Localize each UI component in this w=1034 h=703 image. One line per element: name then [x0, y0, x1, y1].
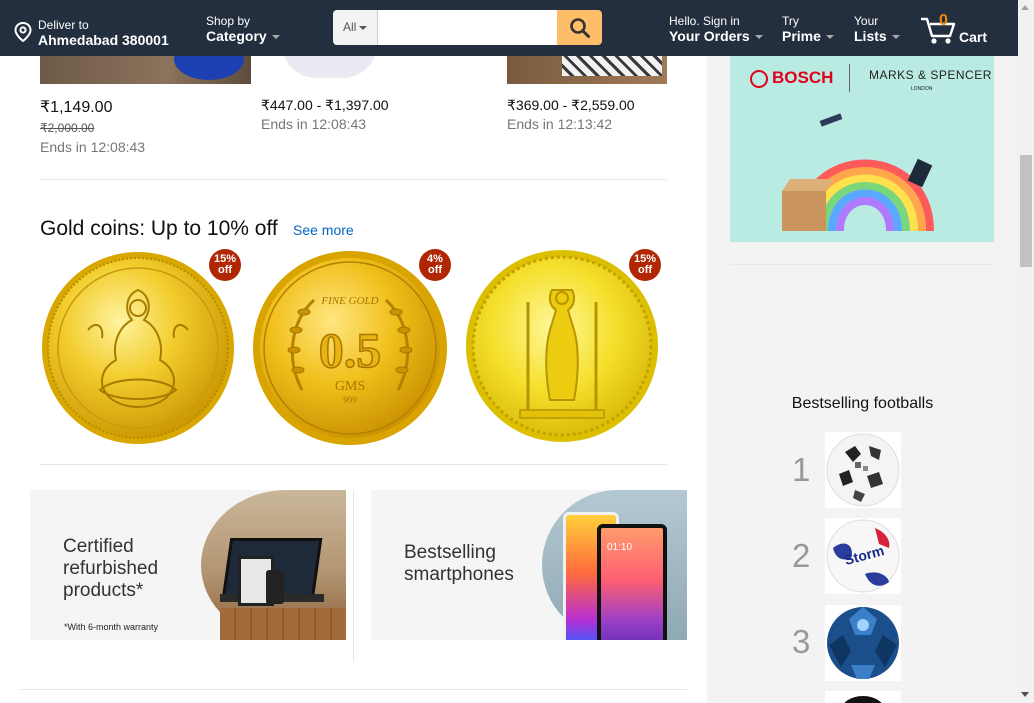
search-button[interactable] — [557, 10, 602, 45]
deal-image-3[interactable] — [507, 56, 667, 84]
promo-title-line: smartphones — [404, 564, 514, 585]
your-label: Your — [854, 14, 879, 28]
promo-divider — [353, 490, 354, 662]
shop-by-label: Shop by — [206, 14, 251, 28]
coin-fine-gold-text: FINE GOLD — [320, 295, 378, 307]
your-lists-menu[interactable]: Your Lists — [854, 14, 900, 44]
search-icon — [569, 17, 590, 38]
phone-clock-text: 01:10 — [607, 542, 633, 553]
coin-unit-text: GMS — [335, 379, 365, 394]
sign-in-greeting: Hello. Sign in — [669, 14, 740, 28]
deal-price: ₹1,149.00 — [40, 99, 113, 116]
promo-title-line: Certified — [63, 536, 134, 557]
deal-old-price: ₹2,000.00 — [40, 121, 95, 135]
search-category-value: All — [343, 20, 357, 34]
location-pin-icon — [14, 22, 32, 42]
bosch-logo-icon — [750, 70, 768, 88]
scroll-up-arrow-icon[interactable] — [1021, 5, 1029, 10]
gold-coin-lakshmi[interactable]: 15% off — [40, 249, 241, 446]
gold-coin-half-gram[interactable]: FINE GOLD 0.5 GMS 999 4% off — [252, 249, 451, 446]
rainbow-arch-image — [782, 113, 934, 232]
try-label: Try — [782, 14, 799, 28]
cart-label: Cart — [959, 29, 988, 45]
football-next-partial[interactable] — [825, 691, 901, 703]
gold-coin-deity[interactable]: 15% off — [464, 249, 661, 446]
product-bag-shape — [174, 56, 244, 80]
rank-number: 3 — [792, 623, 811, 660]
scrollbar-thumb[interactable] — [1020, 155, 1032, 267]
football-manchester-city[interactable] — [825, 605, 901, 681]
discount-badge: 15% off — [629, 249, 661, 281]
discount-off-label: off — [217, 264, 233, 276]
deal-price: ₹447.00 - ₹1,397.00 — [261, 97, 389, 113]
try-prime-menu[interactable]: Try Prime — [782, 14, 834, 44]
promo-certified-refurbished[interactable]: Certified refurbished products* *With 6-… — [30, 490, 346, 640]
deal-image-2[interactable] — [270, 56, 390, 84]
coin-value-text: 0.5 — [319, 322, 382, 378]
promo-title: Bestselling smartphones — [404, 542, 514, 586]
shop-by-category-menu[interactable]: Shop by Category — [206, 14, 280, 44]
search-bar: All — [333, 10, 602, 45]
cart-count: 0 — [939, 12, 948, 29]
discount-badge: 4% off — [419, 249, 451, 281]
promo-title: Certified refurbished products* — [63, 536, 158, 602]
section-divider — [20, 689, 687, 690]
your-orders-label: Your Orders — [669, 28, 750, 44]
chevron-down-icon — [359, 25, 368, 30]
deal-timer: Ends in 12:08:43 — [40, 139, 146, 155]
chevron-down-icon — [754, 35, 763, 40]
coin-half-gram-image: FINE GOLD 0.5 GMS 999 — [253, 251, 447, 445]
chevron-down-icon — [825, 35, 834, 40]
promo-title-line: Bestselling — [404, 542, 496, 563]
deliver-to-label: Deliver to — [38, 18, 89, 32]
coin-purity-text: 999 — [343, 395, 357, 405]
deliver-to-location[interactable]: Deliver to Ahmedabad 380001 — [38, 18, 169, 48]
phone-shape — [266, 570, 284, 604]
ad-brand-subtitle: LONDON — [911, 86, 933, 92]
account-orders-menu[interactable]: Hello. Sign in Your Orders — [669, 14, 763, 44]
product-pattern-shape — [562, 56, 662, 76]
bestselling-footballs-title: Bestselling footballs — [791, 395, 934, 412]
see-more-link[interactable]: See more — [293, 222, 354, 238]
coin-lakshmi-image — [42, 252, 234, 444]
section-divider — [40, 179, 667, 180]
coin-deity-image — [466, 250, 658, 442]
lists-label: Lists — [854, 28, 887, 44]
ad-brand-marks-spencer: MARKS & SPENCER — [869, 68, 992, 82]
prime-label: Prime — [782, 28, 821, 44]
bosch-marks-spencer-ad[interactable]: BOSCH MARKS & SPENCER LONDON — [730, 56, 994, 242]
deal-price: ₹369.00 - ₹2,559.00 — [507, 97, 635, 113]
deliver-to-address: Ahmedabad 380001 — [38, 32, 169, 48]
top-navigation-bar: Deliver to Ahmedabad 380001 Shop by Cate… — [0, 0, 1018, 56]
chevron-down-icon — [271, 35, 280, 40]
football-storm[interactable]: Storm — [825, 518, 901, 594]
section-divider — [40, 464, 667, 465]
rank-number: 2 — [792, 537, 811, 574]
search-category-dropdown[interactable]: All — [333, 10, 378, 45]
rank-number: 1 — [792, 451, 811, 488]
gold-coins-title: Gold coins: Up to 10% off — [40, 217, 278, 240]
deal-timer: Ends in 12:08:43 — [261, 116, 367, 132]
promo-bestselling-smartphones[interactable]: Bestselling smartphones 01:10 — [371, 490, 687, 640]
phone-front-shape: 01:10 — [597, 524, 667, 640]
scroll-down-arrow-icon[interactable] — [1021, 692, 1029, 697]
promo-title-line: products* — [63, 580, 144, 601]
category-label: Category — [206, 28, 267, 44]
ad-brand-bosch: BOSCH — [772, 68, 834, 87]
page-scrollbar[interactable] — [1018, 0, 1034, 703]
discount-off-label: off — [637, 264, 653, 276]
search-input[interactable] — [378, 10, 557, 45]
deal-timer: Ends in 12:13:42 — [507, 116, 613, 132]
wood-table-shape — [220, 608, 346, 640]
product-fabric-shape — [282, 56, 377, 78]
ad-brand-separator — [849, 64, 850, 92]
promo-warranty-note: *With 6-month warranty — [64, 622, 159, 632]
discount-off-label: off — [427, 264, 443, 276]
sidebar-divider — [730, 264, 994, 265]
promo-title-line: refurbished — [63, 558, 159, 579]
discount-badge: 15% off — [209, 249, 241, 281]
chevron-down-icon — [891, 35, 900, 40]
football-telstar[interactable] — [825, 432, 901, 508]
deal-image-1[interactable] — [40, 56, 251, 84]
